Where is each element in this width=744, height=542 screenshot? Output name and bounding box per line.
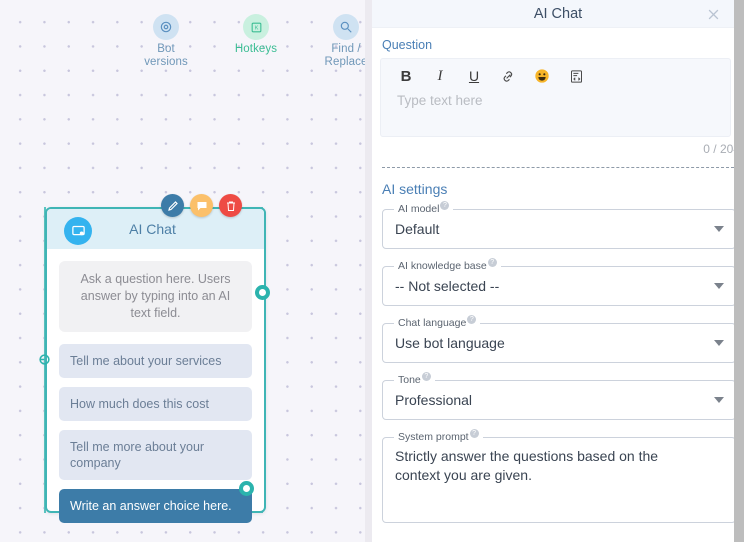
question-editor[interactable]: B I U Type text here (380, 58, 731, 137)
chat-language-label-text: Chat language (398, 317, 467, 329)
panel-header: AI Chat (372, 0, 744, 28)
node-choice-list: Tell me about your services How much doe… (59, 344, 252, 523)
node-choice-item[interactable]: How much does this cost (59, 387, 252, 421)
question-section-label: Question (382, 38, 433, 52)
chevron-down-icon[interactable] (714, 340, 724, 346)
bot-versions-icon (153, 14, 179, 40)
find-replace-icon (333, 14, 359, 40)
chevron-down-icon[interactable] (714, 283, 724, 289)
question-char-counter: 0 / 204 (703, 142, 740, 156)
toolbar-item-hotkeys[interactable]: K Hotkeys (225, 14, 287, 56)
node-action-buttons (161, 194, 242, 217)
toolbar-label-bot-versions: Bot versions (144, 43, 188, 68)
link-icon[interactable] (499, 67, 517, 85)
node-edit-button[interactable] (161, 194, 184, 217)
section-divider (382, 167, 734, 168)
field-system-prompt[interactable]: System prompt ? Strictly answer the ques… (382, 429, 736, 523)
field-tone[interactable]: Tone ? Professional (382, 372, 736, 420)
chat-language-value: Use bot language (395, 334, 505, 351)
close-icon[interactable] (704, 5, 722, 23)
help-icon[interactable]: ? (469, 429, 479, 438)
app-root: Bot versions K Hotkeys Find / Replace AI… (0, 0, 744, 542)
help-icon[interactable]: ? (440, 201, 450, 210)
emoji-icon[interactable] (533, 67, 551, 85)
toolbar-label-hotkeys: Hotkeys (234, 43, 278, 55)
help-icon[interactable]: ? (487, 258, 497, 267)
help-icon[interactable]: ? (467, 315, 477, 324)
ai-knowledge-base-value: -- Not selected -- (395, 277, 500, 294)
node-header: AI Chat (47, 194, 264, 249)
node-choice-item[interactable]: Tell me more about your company (59, 430, 252, 480)
help-icon[interactable]: ? (421, 372, 431, 381)
chevron-down-icon[interactable] (714, 226, 724, 232)
field-chat-language[interactable]: Chat language ? Use bot language (382, 315, 736, 363)
underline-icon[interactable]: U (465, 67, 483, 85)
toolbar-item-find-replace[interactable]: Find / Replace (315, 14, 365, 69)
canvas-panel-gutter (365, 0, 372, 542)
bold-icon[interactable]: B (397, 67, 415, 85)
canvas-toolbar: Bot versions K Hotkeys Find / Replace (135, 14, 365, 69)
connector-left-inbound[interactable] (37, 352, 52, 367)
system-prompt-label-text: System prompt (398, 431, 469, 443)
flow-canvas[interactable]: Bot versions K Hotkeys Find / Replace AI… (0, 0, 365, 542)
tone-label-text: Tone (398, 374, 421, 386)
connector-right-middle[interactable] (255, 285, 270, 300)
settings-panel: AI Chat Question B I U Type text here 0 … (372, 0, 744, 542)
node-choice-item-active[interactable]: Write an answer choice here. (59, 489, 252, 523)
node-comment-button[interactable] (190, 194, 213, 217)
node-prompt-bubble: Ask a question here. Users answer by typ… (59, 261, 252, 332)
ai-model-select[interactable]: AI model ? Default (382, 201, 736, 249)
system-prompt-textarea[interactable]: System prompt ? Strictly answer the ques… (382, 429, 736, 523)
chat-node-icon (64, 217, 92, 245)
node-body: Ask a question here. Users answer by typ… (47, 249, 264, 523)
ai-chat-node[interactable]: AI Chat Ask a question here. Users answe… (45, 194, 266, 523)
ai-model-label: AI model ? (394, 201, 454, 215)
panel-scrollbar[interactable] (734, 0, 744, 542)
svg-text:K: K (254, 25, 258, 31)
ai-model-label-text: AI model (398, 203, 440, 215)
ai-model-value: Default (395, 220, 440, 237)
field-ai-knowledge-base[interactable]: AI knowledge base ? -- Not selected -- (382, 258, 736, 306)
ai-knowledge-base-select[interactable]: AI knowledge base ? -- Not selected -- (382, 258, 736, 306)
toolbar-item-bot-versions[interactable]: Bot versions (135, 14, 197, 69)
question-editor-toolbar: B I U (381, 59, 730, 89)
italic-icon[interactable]: I (431, 67, 449, 85)
connector-right-bottom[interactable] (239, 481, 254, 496)
toolbar-label-find-replace: Find / Replace (324, 43, 365, 68)
chat-language-label: Chat language ? (394, 315, 481, 329)
question-input[interactable]: Type text here (381, 89, 730, 112)
node-delete-button[interactable] (219, 194, 242, 217)
field-ai-model[interactable]: AI model ? Default (382, 201, 736, 249)
variable-icon[interactable] (567, 67, 585, 85)
hotkeys-icon: K (243, 14, 269, 40)
system-prompt-value: Strictly answer the questions based on t… (395, 448, 659, 483)
ai-knowledge-base-label: AI knowledge base ? (394, 258, 501, 272)
tone-value: Professional (395, 391, 473, 408)
tone-label: Tone ? (394, 372, 435, 386)
node-choice-item[interactable]: Tell me about your services (59, 344, 252, 378)
chevron-down-icon[interactable] (714, 397, 724, 403)
panel-body: Question B I U Type text here 0 / 204 AI… (372, 28, 744, 523)
chat-language-select[interactable]: Chat language ? Use bot language (382, 315, 736, 363)
panel-title: AI Chat (533, 5, 583, 22)
system-prompt-label: System prompt ? (394, 429, 483, 443)
ai-knowledge-base-label-text: AI knowledge base (398, 260, 487, 272)
tone-select[interactable]: Tone ? Professional (382, 372, 736, 420)
ai-settings-title: AI settings (382, 181, 448, 197)
